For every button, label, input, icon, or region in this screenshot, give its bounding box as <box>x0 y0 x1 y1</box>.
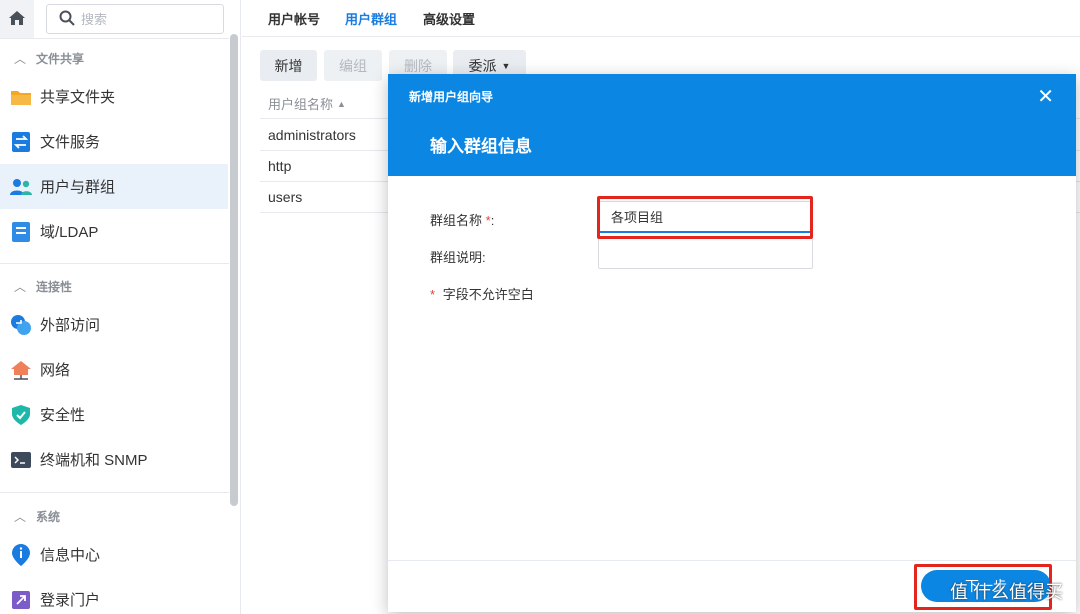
network-icon <box>10 359 32 381</box>
sidebar-scrollbar[interactable] <box>230 34 238 506</box>
sidebar-item-label: 外部访问 <box>40 317 101 334</box>
info-icon <box>10 543 32 566</box>
domain-icon <box>10 221 32 243</box>
search-input[interactable] <box>81 11 211 27</box>
sidebar-item-shared-folder[interactable]: 共享文件夹 <box>0 74 228 119</box>
edit-button[interactable]: 编组 <box>324 50 382 81</box>
required-note-text: 字段不允许空白 <box>442 287 534 302</box>
add-button[interactable]: 新增 <box>260 50 317 81</box>
sidebar-item-label: 域/LDAP <box>40 224 99 241</box>
section-divider <box>0 263 229 264</box>
search-icon <box>59 10 75 29</box>
sidebar-item-label: 终端机和 SNMP <box>40 452 148 469</box>
dialog-title: 新增用户组向导 <box>409 90 494 104</box>
column-header-group-name: 用户组名称 <box>268 97 334 112</box>
caret-down-icon: ▼ <box>501 60 511 71</box>
sidebar-item-label: 共享文件夹 <box>40 89 116 106</box>
sidebar-item-info-center[interactable]: 信息中心 <box>0 532 228 577</box>
sidebar: ︿ 文件共享 共享文件夹 文件服务 用户与群组 域/LDAP ︿ 连接性 外部访 <box>0 0 241 614</box>
sidebar-item-label: 安全性 <box>40 407 86 424</box>
chevron-up-icon: ︿ <box>14 51 27 66</box>
group-name-label-text: 群组名称 <box>430 213 483 228</box>
create-group-wizard-dialog: 新增用户组向导 ✕ 输入群组信息 群组名称 *: 各项目组 群组说明: * 字段… <box>388 74 1076 612</box>
tab-user-groups[interactable]: 用户群组 <box>345 9 397 28</box>
chevron-up-icon: ︿ <box>14 509 27 524</box>
chevron-up-icon: ︿ <box>14 279 27 294</box>
highlight-box-group-name <box>597 196 813 239</box>
section-divider <box>0 492 229 493</box>
search-box[interactable] <box>46 4 224 34</box>
cell-group-name: http <box>268 158 292 174</box>
dialog-subtitle: 输入群组信息 <box>430 137 532 156</box>
external-access-icon <box>10 314 32 336</box>
group-name-label: 群组名称 *: <box>430 213 495 228</box>
section-label: 连接性 <box>36 279 73 294</box>
required-asterisk: * <box>430 287 436 302</box>
terminal-icon <box>10 449 32 471</box>
users-icon <box>10 176 32 198</box>
sidebar-item-security[interactable]: 安全性 <box>0 392 228 437</box>
login-portal-icon <box>10 589 32 611</box>
cell-group-name: users <box>268 189 303 205</box>
sidebar-item-label: 登录门户 <box>40 592 101 609</box>
file-services-icon <box>10 131 32 153</box>
tab-advanced-settings[interactable]: 高级设置 <box>423 9 475 28</box>
delegate-label: 委派 <box>468 57 497 74</box>
sidebar-top <box>0 0 241 38</box>
section-label: 系统 <box>36 509 61 524</box>
sidebar-item-users-groups[interactable]: 用户与群组 <box>0 164 228 209</box>
tab-user-accounts[interactable]: 用户帐号 <box>268 9 320 28</box>
section-header-connectivity[interactable]: ︿ 连接性 <box>0 266 229 306</box>
section-label: 文件共享 <box>36 51 85 66</box>
group-description-input[interactable] <box>598 237 813 269</box>
sidebar-item-external-access[interactable]: 外部访问 <box>0 302 228 347</box>
sort-asc-icon: ▲ <box>337 98 346 109</box>
sidebar-item-domain-ldap[interactable]: 域/LDAP <box>0 209 228 254</box>
group-desc-label: 群组说明: <box>430 250 486 265</box>
sidebar-item-file-services[interactable]: 文件服务 <box>0 119 228 164</box>
sidebar-item-label: 用户与群组 <box>40 179 116 196</box>
home-button[interactable] <box>0 0 34 38</box>
home-icon <box>8 10 26 29</box>
cell-group-name: administrators <box>268 127 356 143</box>
shield-icon <box>10 404 32 426</box>
section-header-file-sharing[interactable]: ︿ 文件共享 <box>0 38 229 78</box>
dialog-header: 新增用户组向导 ✕ 输入群组信息 <box>388 74 1076 176</box>
sidebar-item-label: 信息中心 <box>40 547 101 564</box>
required-field-note: * 字段不允许空白 <box>430 284 534 303</box>
sidebar-item-login-portal[interactable]: 登录门户 <box>0 577 228 614</box>
sidebar-item-label: 网络 <box>40 362 71 379</box>
sidebar-item-terminal-snmp[interactable]: 终端机和 SNMP <box>0 437 228 482</box>
sidebar-item-label: 文件服务 <box>40 134 101 151</box>
sidebar-item-network[interactable]: 网络 <box>0 347 228 392</box>
folder-icon <box>10 86 32 108</box>
watermark: 值 什么值得买 <box>950 582 1064 602</box>
required-asterisk: * <box>485 213 491 228</box>
tab-bar: 用户帐号 用户群组 高级设置 <box>242 0 1080 37</box>
close-icon[interactable]: ✕ <box>1037 84 1054 109</box>
section-header-system[interactable]: ︿ 系统 <box>0 496 229 536</box>
